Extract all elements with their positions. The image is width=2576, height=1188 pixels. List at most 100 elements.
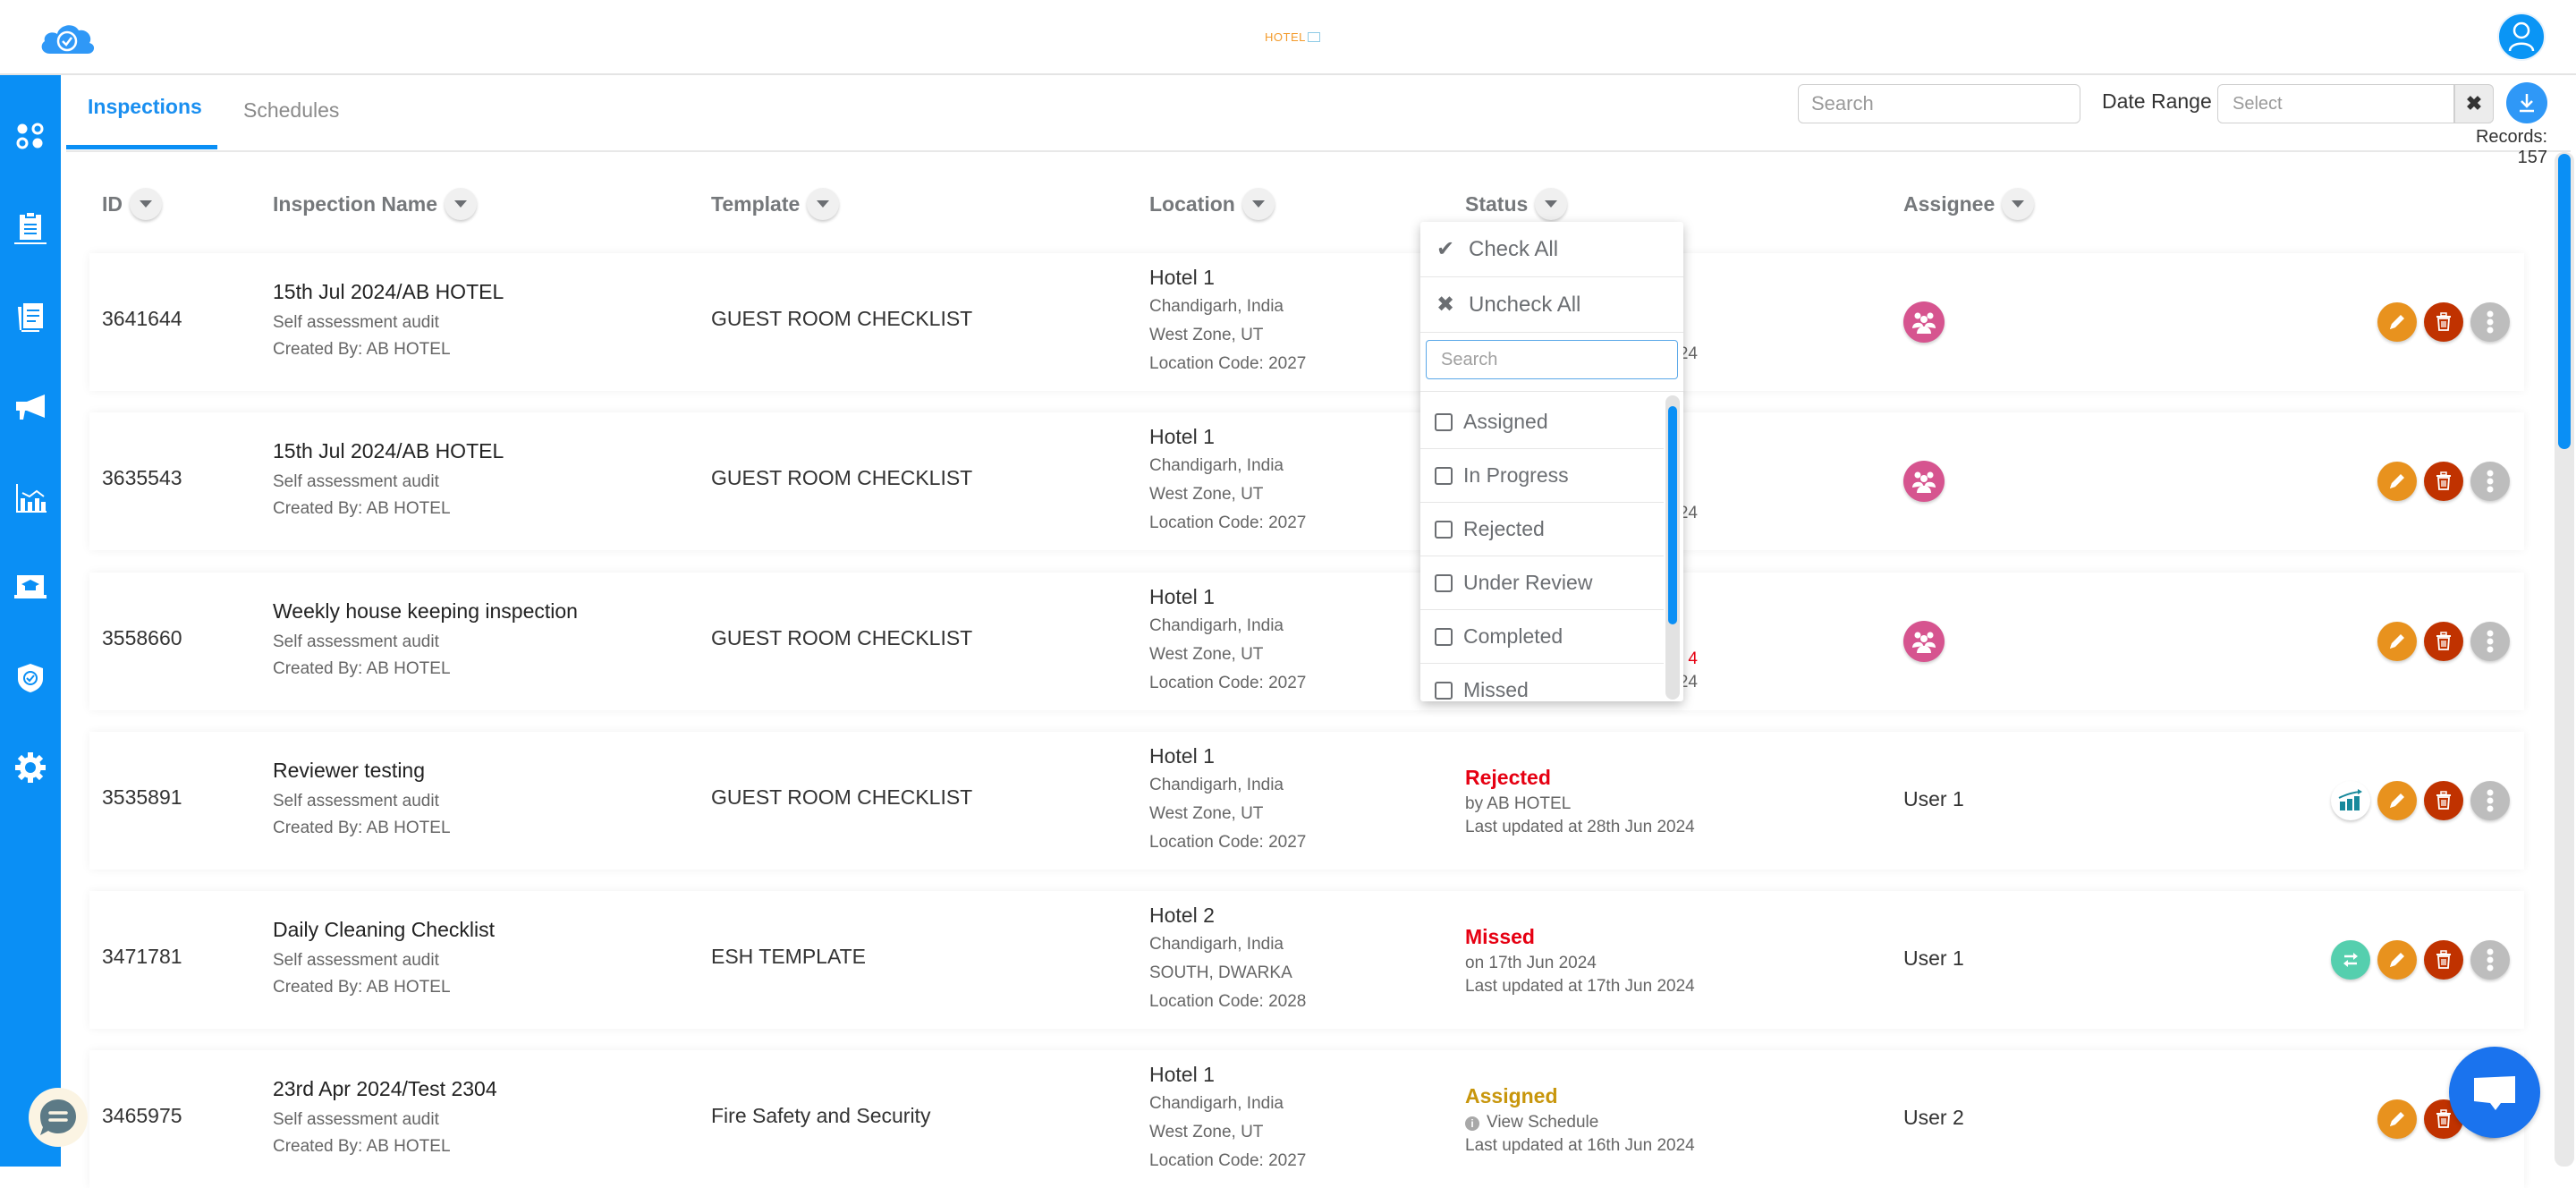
status-option[interactable]: Under Review: [1420, 556, 1664, 610]
group-avatar[interactable]: [1903, 461, 1945, 502]
dropdown-scrollbar-thumb[interactable]: [1668, 406, 1677, 624]
inspection-name[interactable]: 15th Jul 2024/AB HOTEL: [273, 280, 504, 304]
edit-button[interactable]: [2377, 302, 2417, 342]
chart-icon: [16, 484, 47, 513]
column-filter-button[interactable]: [130, 188, 162, 220]
group-avatar[interactable]: [1903, 301, 1945, 343]
template-name: GUEST ROOM CHECKLIST: [711, 466, 973, 489]
sidebar-item-training[interactable]: [13, 569, 48, 605]
table-row[interactable]: 3641644 15th Jul 2024/AB HOTEL Self asse…: [89, 253, 2524, 391]
sidebar-item-dashboard[interactable]: [13, 118, 48, 154]
more-vertical-icon: [2487, 630, 2494, 653]
table-row[interactable]: 3471781 Daily Cleaning Checklist Self as…: [89, 891, 2524, 1029]
download-button[interactable]: [2506, 82, 2547, 123]
sidebar-item-analytics[interactable]: [13, 479, 48, 515]
uncheck-all-button[interactable]: ✖ Uncheck All: [1420, 277, 1683, 333]
column-filter-button[interactable]: [2002, 188, 2035, 220]
more-button[interactable]: [2470, 462, 2510, 501]
sidebar-item-announcements[interactable]: [13, 390, 48, 426]
delete-button[interactable]: [2424, 940, 2463, 980]
delete-button[interactable]: [2424, 781, 2463, 820]
tab-schedules[interactable]: Schedules: [243, 98, 339, 123]
edit-button[interactable]: [2377, 781, 2417, 820]
checkbox[interactable]: [1435, 412, 1453, 431]
checkbox[interactable]: [1435, 681, 1453, 700]
sidebar-item-inspections[interactable]: [13, 209, 48, 245]
status-option-label: Rejected: [1463, 517, 1545, 540]
cloud-check-icon[interactable]: [38, 20, 97, 55]
pencil-icon: [2390, 1112, 2404, 1126]
checkbox[interactable]: [1435, 627, 1453, 646]
more-button[interactable]: [2470, 940, 2510, 980]
delete-button[interactable]: [2424, 302, 2463, 342]
sidebar-item-compliance[interactable]: [13, 660, 48, 696]
inspection-name[interactable]: Daily Cleaning Checklist: [273, 918, 495, 942]
status-updated: Last updated at 16th Jun 2024: [1465, 1136, 1695, 1155]
chat-bubble-icon: [40, 1099, 76, 1135]
tab-inspections[interactable]: Inspections: [88, 95, 202, 119]
group-avatar[interactable]: [1903, 621, 1945, 662]
shield-check-icon: [18, 664, 43, 692]
inspection-name[interactable]: Weekly house keeping inspection: [273, 599, 578, 624]
column-label: Status: [1465, 191, 1529, 216]
inspection-name-cell: 23rd Apr 2024/Test 2304 Self assessment …: [273, 1077, 497, 1160]
report-button[interactable]: [2331, 781, 2370, 820]
inspection-name-cell: Daily Cleaning Checklist Self assessment…: [273, 918, 495, 1001]
more-button[interactable]: [2470, 781, 2510, 820]
location-cell: Hotel 1 Chandigarh, India West Zone, UT …: [1149, 741, 1306, 857]
status-cell: Missed on 17th Jun 2024 Last updated at 17…: [1465, 921, 1698, 1011]
inspection-name[interactable]: 23rd Apr 2024/Test 2304: [273, 1077, 497, 1101]
more-vertical-icon: [2487, 948, 2494, 972]
sidebar-item-settings[interactable]: [13, 750, 48, 785]
location-zone: West Zone, UT: [1149, 645, 1264, 664]
trash-icon: [2436, 632, 2451, 650]
table-row[interactable]: 3465975 23rd Apr 2024/Test 2304 Self ass…: [89, 1050, 2524, 1188]
inspection-name[interactable]: Reviewer testing: [273, 759, 451, 783]
delete-button[interactable]: [2424, 462, 2463, 501]
inspection-name[interactable]: 15th Jul 2024/AB HOTEL: [273, 439, 504, 463]
uncheck-all-label: Uncheck All: [1469, 292, 1581, 317]
profile-button[interactable]: [2497, 13, 2546, 61]
assignee-cell: User 1: [1903, 787, 1964, 811]
table-row[interactable]: 3558660 Weekly house keeping inspection …: [89, 573, 2524, 710]
filter-search-input[interactable]: [1426, 340, 1678, 379]
search-input[interactable]: [1798, 84, 2080, 123]
checkbox[interactable]: [1435, 573, 1453, 592]
column-header-id: ID: [102, 188, 162, 220]
feedback-chat-button[interactable]: [29, 1088, 88, 1147]
support-chat-button[interactable]: [2449, 1047, 2540, 1138]
status-option[interactable]: Rejected: [1420, 503, 1664, 556]
more-button[interactable]: [2470, 622, 2510, 661]
column-filter-button[interactable]: [1241, 188, 1275, 220]
column-filter-button[interactable]: [445, 188, 478, 220]
checkbox[interactable]: [1435, 520, 1453, 539]
sidebar-item-documents[interactable]: [13, 299, 48, 335]
status-cell: Assigned i View Schedule Last updated at 16…: [1465, 1081, 1698, 1170]
status-option[interactable]: Completed: [1420, 610, 1664, 664]
edit-button[interactable]: [2377, 940, 2417, 980]
edit-button[interactable]: [2377, 1099, 2417, 1139]
more-button[interactable]: [2470, 302, 2510, 342]
status-option[interactable]: Missed: [1420, 664, 1664, 701]
date-range-clear-button[interactable]: ✖: [2454, 84, 2494, 123]
date-range-input[interactable]: [2217, 84, 2454, 123]
table-row[interactable]: 3635543 15th Jul 2024/AB HOTEL Self asse…: [89, 412, 2524, 550]
view-schedule-link[interactable]: i View Schedule: [1465, 1111, 1698, 1134]
status-option[interactable]: Assigned: [1420, 395, 1664, 449]
location-name: Hotel 1: [1149, 585, 1215, 608]
column-filter-button[interactable]: [1535, 188, 1568, 220]
table-row[interactable]: 3535891 Reviewer testing Self assessment…: [89, 732, 2524, 870]
status-option[interactable]: In Progress: [1420, 449, 1664, 503]
inspection-name-cell: 15th Jul 2024/AB HOTEL Self assessment a…: [273, 280, 504, 363]
assignee-cell: User 2: [1903, 1106, 1964, 1130]
inspection-type: Self assessment audit: [273, 472, 439, 491]
check-all-button[interactable]: ✔ Check All: [1420, 222, 1683, 277]
column-filter-button[interactable]: [807, 188, 840, 220]
reassign-button[interactable]: [2331, 940, 2370, 980]
edit-button[interactable]: [2377, 462, 2417, 501]
edit-button[interactable]: [2377, 622, 2417, 661]
status-options-list: Assigned In Progress Rejected Under Review C…: [1420, 395, 1664, 701]
page-scrollbar-thumb[interactable]: [2558, 154, 2571, 449]
delete-button[interactable]: [2424, 622, 2463, 661]
checkbox[interactable]: [1435, 466, 1453, 485]
